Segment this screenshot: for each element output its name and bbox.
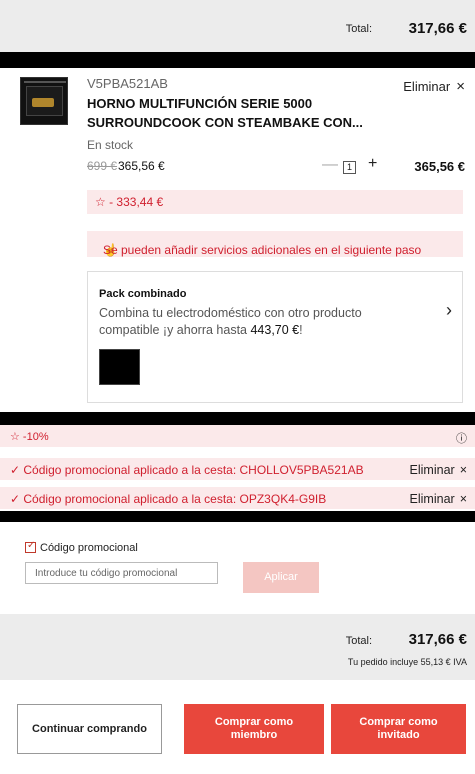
quantity-decrease-button[interactable]: — — [322, 156, 338, 174]
pack-product-image — [99, 349, 140, 385]
remove-promo-button[interactable]: Eliminar × — [410, 463, 467, 477]
info-icon[interactable]: ⓘ — [456, 430, 467, 446]
buy-as-guest-button[interactable]: Comprar como invitado — [331, 704, 466, 754]
promo-code-text: ✓ Código promocional aplicado a la cesta… — [10, 492, 327, 506]
product-sku: V5PBA521AB — [87, 76, 168, 91]
chevron-right-icon[interactable]: › — [446, 300, 452, 321]
quantity-field[interactable]: 1 — [343, 161, 356, 174]
services-notice: ☝ Se pueden añadir servicios adicionales… — [87, 231, 463, 257]
total-label: Total: — [345, 635, 372, 647]
continue-shopping-button[interactable]: Continuar comprando — [17, 704, 162, 754]
applied-promotions: ☆ -10% ⓘ ✓ Código promocional aplicado a… — [0, 425, 475, 511]
discount-amount: ☆ - 333,44 € — [95, 195, 164, 209]
promo-code-row: ✓ Código promocional aplicado a la cesta… — [0, 458, 475, 480]
buy-as-member-button[interactable]: Comprar como miembro — [184, 704, 324, 754]
promo-code-row: ✓ Código promocional aplicado a la cesta… — [0, 487, 475, 509]
services-note: Se pueden añadir servicios adicionales e… — [103, 243, 422, 257]
vat-note: Tu pedido incluye 55,13 € IVA — [347, 657, 467, 667]
cart-item: V5PBA521AB Eliminar × HORNO MULTIFUNCIÓN … — [0, 68, 475, 412]
promo-code-label[interactable]: Código promocional — [40, 542, 138, 554]
product-thumbnail[interactable] — [20, 77, 68, 125]
close-icon: × — [459, 463, 467, 477]
product-name[interactable]: HORNO MULTIFUNCIÓN SERIE 5000 SURROUNDCO… — [87, 94, 387, 132]
remove-label: Eliminar — [403, 79, 451, 94]
total-label: Total: — [345, 23, 372, 35]
apply-promo-button[interactable]: Aplicar — [243, 562, 319, 593]
unit-price: 365,56 € — [118, 159, 165, 173]
original-price: 699 € — [87, 159, 118, 173]
promo-code-text: ✓ Código promocional aplicado a la cesta… — [10, 463, 364, 477]
stock-status: En stock — [87, 138, 134, 152]
line-total: 365,56 € — [414, 159, 465, 174]
total-value: 317,66 € — [408, 631, 467, 648]
promo-code-input[interactable] — [25, 562, 218, 584]
percent-discount-row: ☆ -10% ⓘ — [0, 425, 475, 447]
discount-badge: ☆ - 333,44 € — [87, 190, 463, 214]
remove-item-button[interactable]: Eliminar × — [403, 78, 465, 95]
cart-total-bar-top: Total: 317,66 € — [0, 0, 475, 52]
cart-total-bar-bottom: Total: 317,66 € Tu pedido incluye 55,13 … — [0, 614, 475, 680]
total-value: 317,66 € — [408, 20, 467, 37]
close-icon: × — [456, 78, 465, 95]
pack-description: Combina tu electrodoméstico con otro pro… — [99, 306, 362, 337]
close-icon: × — [459, 492, 467, 506]
pack-title: Pack combinado — [99, 288, 187, 300]
pack-savings: 443,70 € — [250, 323, 300, 337]
promo-code-checkbox[interactable] — [25, 540, 36, 553]
quantity-increase-button[interactable]: + — [368, 155, 377, 173]
percent-discount: ☆ -10% — [10, 431, 49, 443]
remove-promo-button[interactable]: Eliminar × — [410, 492, 467, 506]
combo-pack-card[interactable]: Pack combinado Combina tu electrodomésti… — [87, 271, 463, 403]
promo-code-section: Código promocional Aplicar — [0, 522, 475, 614]
checkout-actions: Continuar comprando Comprar como miembro… — [0, 680, 475, 774]
